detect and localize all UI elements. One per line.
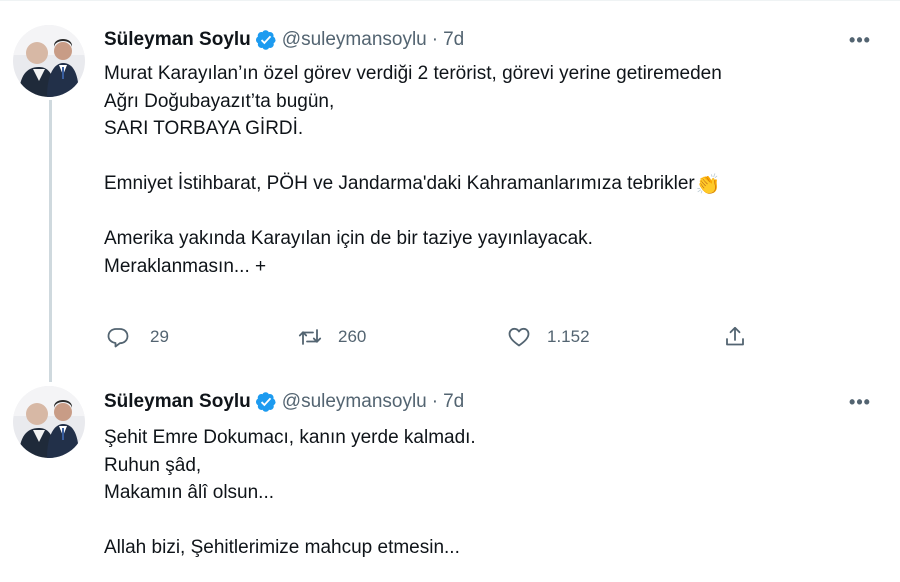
author-name[interactable]: Süleyman Soylu xyxy=(104,29,251,51)
share-icon xyxy=(726,326,744,346)
tweet-text-line-with-emoji: Emniyet İstihbarat, PÖH ve Jandarma'daki… xyxy=(104,170,864,198)
avatar[interactable] xyxy=(13,25,85,97)
tweet-text: Şehit Emre Dokumacı, kanın yerde kalmadı… xyxy=(104,424,864,562)
retweet-icon xyxy=(298,329,322,345)
tweet-text-line: Murat Karayılan’ın özel görev verdiği 2 … xyxy=(104,63,722,84)
profile-photo-icon xyxy=(13,25,85,97)
tweet-text-line: Amerika yakında Karayılan için de bir ta… xyxy=(104,228,593,249)
tweet-text-line: SARI TORBAYA GİRDİ. xyxy=(104,118,304,139)
reply-icon xyxy=(107,328,129,348)
retweet-button[interactable]: 260 xyxy=(298,322,366,352)
reply-button[interactable]: 29 xyxy=(106,322,169,352)
author-handle[interactable]: @suleymansoylu xyxy=(282,29,427,51)
avatar[interactable] xyxy=(13,386,85,458)
tweet-actions: 29 260 1.152 xyxy=(104,322,764,352)
tweet-text-line: Ağrı Doğubayazıt’ta bugün, xyxy=(104,90,335,112)
share-button[interactable] xyxy=(723,322,747,352)
tweet-header: Süleyman Soylu @suleymansoylu · 7d xyxy=(104,389,464,415)
tweet-text-line xyxy=(104,507,864,535)
tweet-text-line xyxy=(104,198,864,226)
author-handle[interactable]: @suleymansoylu xyxy=(282,391,427,413)
separator-dot: · xyxy=(431,29,439,50)
author-name[interactable]: Süleyman Soylu xyxy=(104,391,251,413)
tweet-text-line xyxy=(104,143,864,171)
retweet-count: 260 xyxy=(338,327,367,346)
timestamp[interactable]: 7d xyxy=(443,391,464,413)
tweet-header: Süleyman Soylu @suleymansoylu · 7d xyxy=(104,27,464,53)
tweet[interactable]: Süleyman Soylu @suleymansoylu · 7d ••• M… xyxy=(0,0,900,370)
like-button[interactable]: 1.152 xyxy=(507,322,590,352)
reply-count: 29 xyxy=(150,327,169,346)
verified-badge-icon xyxy=(255,29,277,51)
more-options-icon[interactable]: ••• xyxy=(840,25,880,55)
tweet-text-line: Makamın âlî olsun... xyxy=(104,482,275,503)
tweet-text-line: Ruhun şâd, xyxy=(104,454,202,476)
tweet-text-line: Meraklanmasın... + xyxy=(104,255,267,277)
heart-icon xyxy=(508,327,530,347)
tweet-text-line: Şehit Emre Dokumacı, kanın yerde kalmadı… xyxy=(104,427,476,448)
tweet[interactable]: Süleyman Soylu @suleymansoylu · 7d ••• Ş… xyxy=(0,370,900,582)
clapping-hands-emoji-icon: 👏 xyxy=(695,174,721,196)
more-options-icon[interactable]: ••• xyxy=(840,387,880,417)
separator-dot: · xyxy=(431,391,439,412)
verified-badge-icon xyxy=(255,391,277,413)
like-count: 1.152 xyxy=(547,327,590,346)
tweet-text-segment: Emniyet İstihbarat, PÖH ve Jandarma'daki… xyxy=(104,173,695,194)
profile-photo-icon xyxy=(13,386,85,458)
tweet-text: Murat Karayılan’ın özel görev verdiği 2 … xyxy=(104,60,864,280)
tweet-text-line: Allah bizi, Şehitlerimize mahcup etmesin… xyxy=(104,537,460,558)
timestamp[interactable]: 7d xyxy=(443,29,464,51)
